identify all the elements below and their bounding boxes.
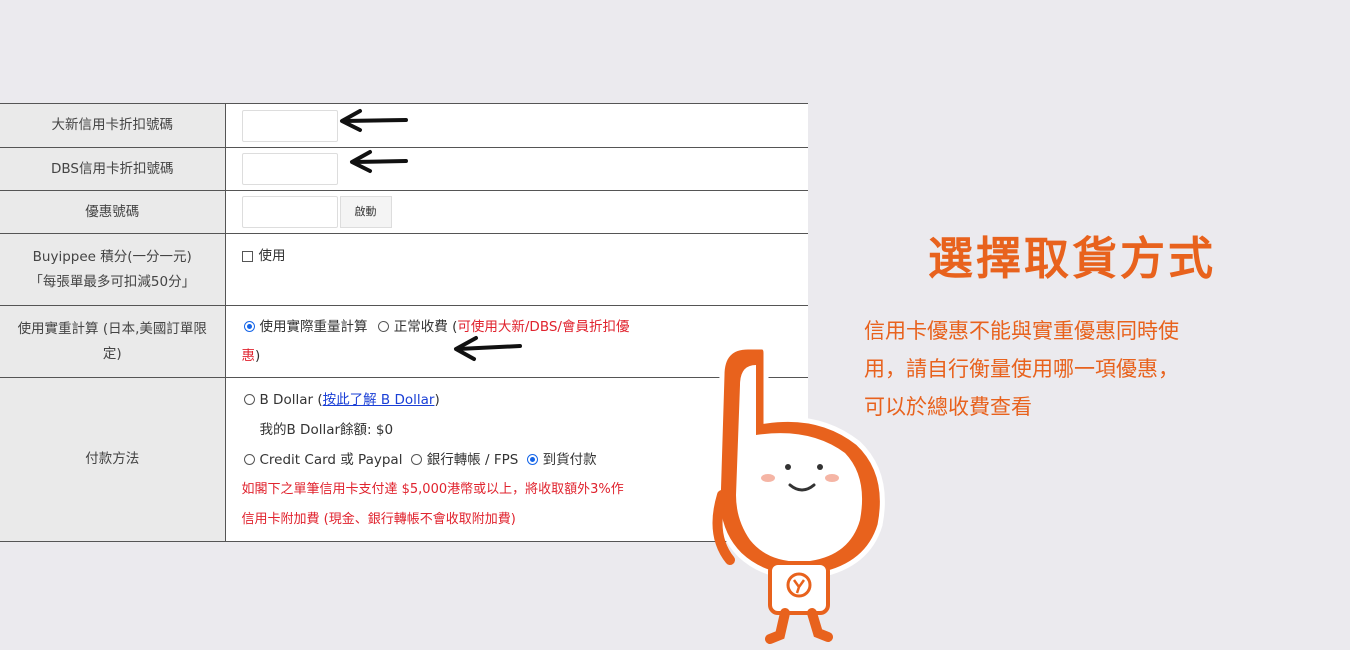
promo-field-cell: 啟動 bbox=[225, 190, 808, 234]
bdollar-info-link[interactable]: 按此了解 B Dollar bbox=[323, 392, 435, 408]
points-field-cell: 使用 bbox=[225, 233, 808, 306]
dbs-label: DBS信用卡折扣號碼 bbox=[0, 147, 226, 191]
bank-transfer-label[interactable]: 銀行轉帳 / FPS bbox=[427, 452, 519, 468]
dbs-discount-input[interactable] bbox=[241, 153, 338, 185]
promo-code-input[interactable] bbox=[241, 196, 338, 228]
promo-description-line: 信用卡優惠不能與實重優惠同時使 bbox=[864, 319, 1179, 343]
arrow-left-icon bbox=[350, 150, 408, 173]
points-label-line2: 「每張單最多可扣減50分」 bbox=[29, 273, 196, 290]
normal-charge-radio[interactable] bbox=[377, 321, 389, 332]
normal-charge-label[interactable]: 正常收費 bbox=[394, 319, 448, 335]
dah-sing-field-cell bbox=[225, 103, 808, 148]
arrow-left-icon bbox=[454, 336, 522, 361]
dah-sing-label: 大新信用卡折扣號碼 bbox=[0, 103, 226, 148]
cod-radio[interactable] bbox=[526, 454, 538, 465]
points-label: Buyippee 積分(一分一元) 「每張單最多可扣減50分」 bbox=[0, 233, 226, 306]
promo-description-line: 用，請自行衡量使用哪一項優惠， bbox=[864, 357, 1179, 381]
weight-label-line2: 定) bbox=[102, 345, 122, 362]
weight-label-line1: 使用實重計算 (日本,美國訂單限 bbox=[17, 320, 207, 337]
dbs-field-cell bbox=[225, 147, 808, 191]
table-row: 付款方法 B Dollar (按此了解 B Dollar) 我的B Dollar… bbox=[0, 377, 808, 542]
promo-code-label: 優惠號碼 bbox=[0, 190, 226, 234]
page-title: 選擇取貨方式 bbox=[928, 232, 1217, 285]
bank-transfer-radio[interactable] bbox=[410, 454, 422, 465]
payment-method-label: 付款方法 bbox=[0, 377, 226, 542]
dah-sing-discount-input[interactable] bbox=[241, 109, 338, 142]
use-points-label[interactable]: 使用 bbox=[259, 248, 286, 264]
activate-button[interactable]: 啟動 bbox=[339, 196, 392, 228]
bdollar-close: ) bbox=[434, 391, 440, 408]
mascot-illustration bbox=[712, 344, 885, 644]
table-row: 使用實重計算 (日本,美國訂單限 定) 使用實際重量計算 正常收費 (可使用大新… bbox=[0, 305, 808, 378]
cod-label[interactable]: 到貨付款 bbox=[543, 452, 597, 468]
table-row: 優惠號碼 啟動 bbox=[0, 190, 808, 234]
actual-weight-label[interactable]: 使用實際重量計算 bbox=[260, 319, 368, 335]
bdollar-label[interactable]: B Dollar bbox=[260, 392, 314, 408]
table-row: Buyippee 積分(一分一元) 「每張單最多可扣減50分」 使用 bbox=[0, 233, 808, 306]
points-label-line1: Buyippee 積分(一分一元) bbox=[32, 248, 192, 265]
actual-weight-radio[interactable] bbox=[243, 321, 255, 332]
use-points-checkbox[interactable] bbox=[241, 250, 253, 262]
weight-note-cont: 惠 bbox=[241, 347, 256, 364]
credit-card-radio[interactable] bbox=[243, 454, 255, 465]
promo-description-line: 可以於總收費查看 bbox=[864, 395, 1032, 419]
weight-note-close: ) bbox=[255, 347, 261, 364]
weight-label: 使用實重計算 (日本,美國訂單限 定) bbox=[0, 305, 226, 378]
bdollar-radio[interactable] bbox=[243, 394, 255, 405]
promo-description: 信用卡優惠不能與實重優惠同時使 用，請自行衡量使用哪一項優惠， 可以於總收費查看 bbox=[864, 312, 1304, 426]
credit-card-label[interactable]: Credit Card 或 Paypal bbox=[260, 452, 403, 468]
arrow-left-icon bbox=[340, 109, 408, 132]
